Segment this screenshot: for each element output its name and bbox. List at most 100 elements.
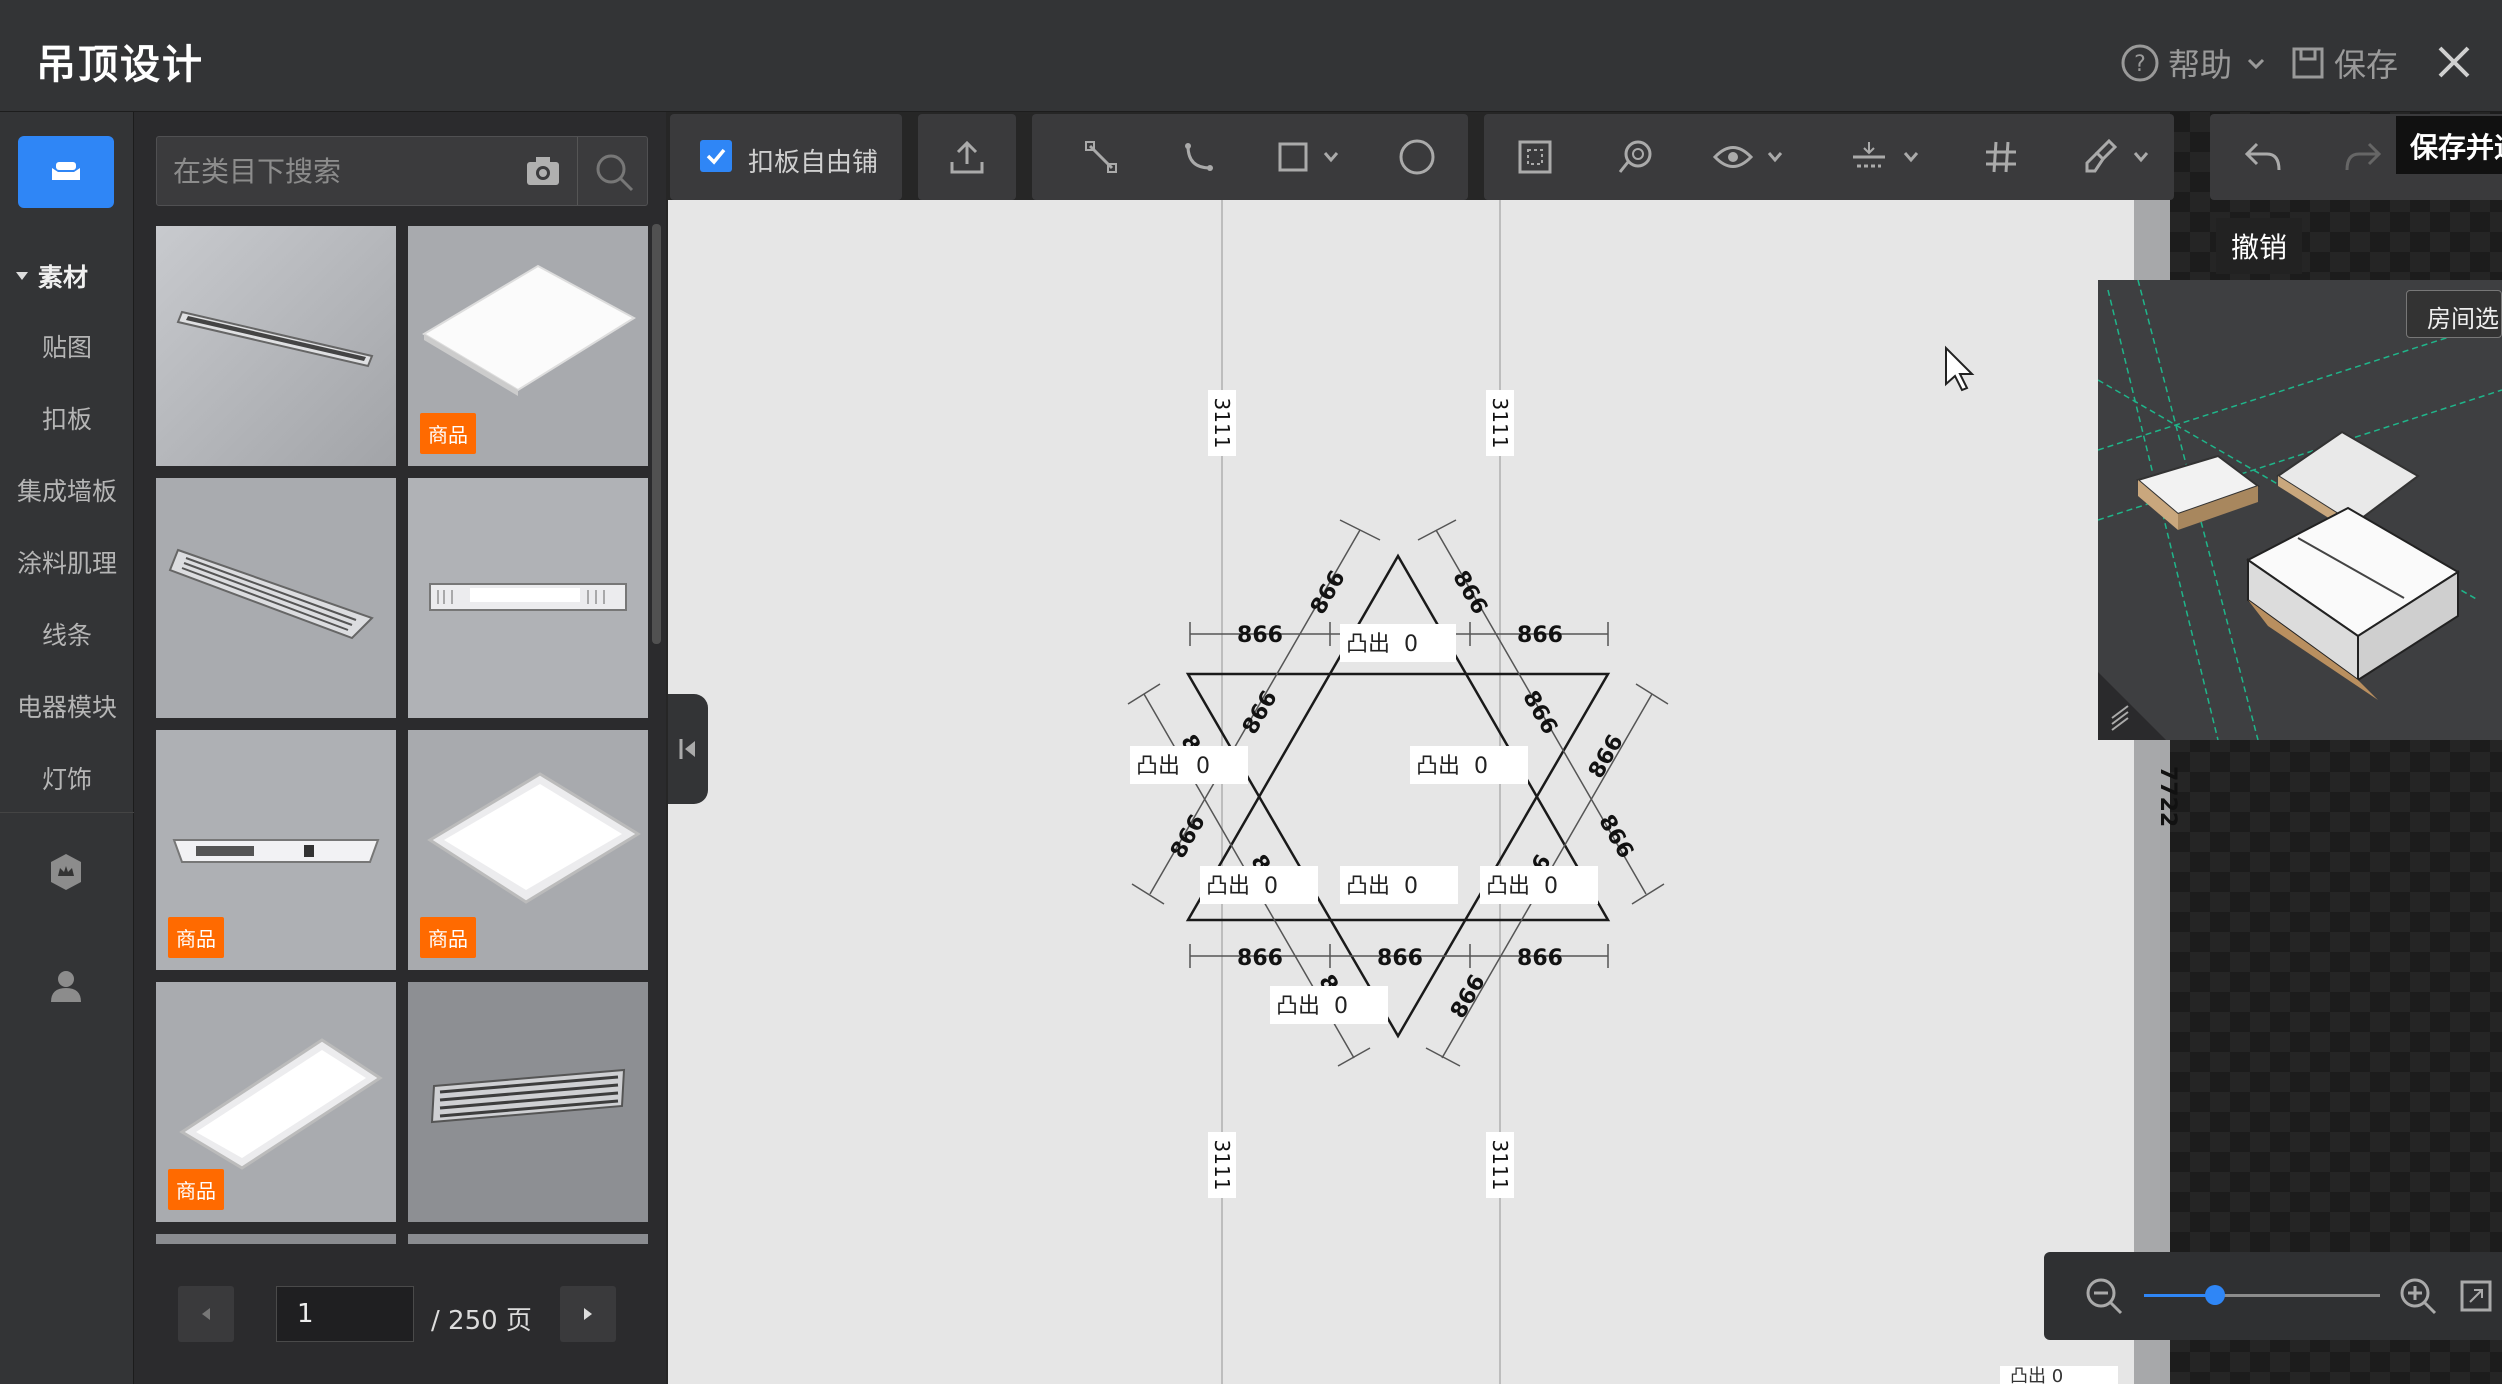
camera-icon[interactable] bbox=[525, 155, 561, 187]
protrusion-value[interactable]: 0 bbox=[1474, 754, 1488, 779]
protrusion-label: 凸出 bbox=[1416, 754, 1460, 779]
material-home-button[interactable] bbox=[18, 136, 114, 208]
rectangle-tool-button[interactable] bbox=[1270, 134, 1316, 180]
protrusion-label: 凸出 bbox=[1136, 754, 1180, 779]
zoom-out-icon[interactable] bbox=[2084, 1276, 2124, 1316]
dim-label: 866 bbox=[1584, 731, 1629, 783]
arrow-left-icon bbox=[202, 1308, 210, 1320]
search-input[interactable] bbox=[173, 151, 523, 191]
catalog-scrollbar[interactable] bbox=[652, 224, 661, 644]
zoom-slider-handle[interactable] bbox=[2204, 1285, 2225, 1305]
catalog-item[interactable] bbox=[156, 478, 396, 718]
dim-room-label: 7722 bbox=[2155, 766, 2180, 828]
nav-divider bbox=[0, 812, 134, 813]
upload-button[interactable] bbox=[944, 134, 990, 180]
protrusion-value[interactable]: 0 bbox=[1196, 754, 1210, 779]
catalog-item[interactable] bbox=[156, 226, 396, 466]
arc-tool-button[interactable] bbox=[1176, 134, 1222, 180]
next-page-button[interactable] bbox=[560, 1286, 616, 1342]
protrusion-label: 凸出 bbox=[1486, 874, 1530, 899]
nav-item-texture[interactable]: 贴图 bbox=[0, 328, 134, 364]
zoom-in-icon[interactable] bbox=[2398, 1276, 2438, 1316]
room-3d-preview bbox=[2098, 280, 2502, 740]
zoom-controls bbox=[2044, 1252, 2502, 1340]
help-menu[interactable]: ? 帮助 bbox=[2120, 40, 2276, 86]
product-badge: 商品 bbox=[420, 413, 476, 454]
catalog-item[interactable]: 商品 bbox=[408, 730, 648, 970]
line-tool-button[interactable] bbox=[1078, 134, 1124, 180]
chevron-down-icon bbox=[2247, 58, 2265, 70]
3d-preview[interactable] bbox=[2098, 280, 2502, 740]
sofa-icon bbox=[52, 162, 80, 180]
circle-tool-button[interactable] bbox=[1394, 134, 1440, 180]
dim-label: 866 bbox=[1237, 623, 1283, 648]
catalog-item[interactable]: 商品 bbox=[156, 730, 396, 970]
user-icon[interactable] bbox=[48, 968, 84, 1004]
search-icon[interactable] bbox=[593, 151, 635, 193]
collapse-panel-button[interactable] bbox=[668, 694, 708, 804]
nav-item-panel[interactable]: 扣板 bbox=[0, 400, 134, 436]
chevron-down-icon[interactable] bbox=[1766, 150, 1784, 164]
chevron-down-icon[interactable] bbox=[1902, 150, 1920, 164]
catalog-item[interactable] bbox=[408, 982, 648, 1222]
nav-item-coating[interactable]: 涂料肌理 bbox=[0, 544, 134, 580]
visibility-icon bbox=[1713, 146, 1753, 168]
line-tool-icon bbox=[1085, 141, 1117, 173]
chevron-down-icon[interactable] bbox=[2132, 150, 2150, 164]
circle-tool-icon bbox=[1399, 139, 1435, 175]
save-exit-tooltip: 保存并退 bbox=[2396, 116, 2502, 174]
nav-section-material[interactable]: 素材 bbox=[14, 258, 88, 294]
design-canvas[interactable]: 866 866 866 866 866 866 866 866 866 866 … bbox=[668, 200, 2134, 1384]
dim-label: 866 bbox=[1517, 623, 1563, 648]
nav-item-molding[interactable]: 线条 bbox=[0, 616, 134, 652]
visibility-button[interactable] bbox=[1710, 134, 1756, 180]
protrusion-value[interactable]: 0 bbox=[1544, 874, 1558, 899]
paint-brush-icon bbox=[2085, 138, 2118, 173]
protrusion-value[interactable]: 0 bbox=[1334, 994, 1348, 1019]
grille-vent-icon bbox=[156, 478, 396, 718]
zoom-slider[interactable] bbox=[2144, 1285, 2380, 1305]
catalog-item[interactable]: 商品 bbox=[156, 982, 396, 1222]
dim-vertical-label: 3111 bbox=[1488, 1140, 1512, 1191]
catalog-item-partial bbox=[156, 1234, 396, 1244]
brand-shield-icon[interactable] bbox=[48, 852, 84, 892]
prev-page-button[interactable] bbox=[178, 1286, 234, 1342]
nav-item-lighting[interactable]: 灯饰 bbox=[0, 760, 134, 796]
grid-button[interactable] bbox=[1978, 134, 2024, 180]
redo-button[interactable] bbox=[2340, 134, 2386, 180]
catalog-item[interactable]: 商品 bbox=[408, 226, 648, 466]
undo-button[interactable] bbox=[2240, 134, 2286, 180]
product-badge: 商品 bbox=[420, 917, 476, 958]
lasso-tool-button[interactable] bbox=[1612, 134, 1658, 180]
protrusion-value[interactable]: 0 bbox=[1404, 874, 1418, 899]
protrusion-value[interactable]: 0 bbox=[1264, 874, 1278, 899]
fit-view-icon[interactable] bbox=[2458, 1278, 2494, 1314]
paint-brush-button[interactable] bbox=[2076, 134, 2122, 180]
resize-grip-icon[interactable] bbox=[2098, 672, 2166, 740]
protrusion-label: 凸出 bbox=[1206, 874, 1250, 899]
nav-item-appliance[interactable]: 电器模块 bbox=[0, 688, 134, 724]
dim-vertical-label: 3111 bbox=[1210, 398, 1234, 449]
dim-label: 866 bbox=[1166, 811, 1211, 863]
close-icon[interactable] bbox=[2436, 44, 2472, 80]
dim-vertical-label: 3111 bbox=[1210, 1140, 1234, 1191]
redo-icon bbox=[2345, 142, 2382, 171]
nav-section-label: 素材 bbox=[38, 263, 89, 292]
arrow-right-icon bbox=[584, 1308, 592, 1320]
nav-item-wall-panel[interactable]: 集成墙板 bbox=[0, 472, 134, 508]
room-select-button[interactable]: 房间选 bbox=[2406, 290, 2502, 338]
chevron-down-icon[interactable] bbox=[1322, 150, 1340, 164]
dim-label: 866 bbox=[1517, 946, 1563, 971]
protrusion-value[interactable]: 0 bbox=[1404, 632, 1418, 657]
left-nav bbox=[0, 112, 134, 1384]
save-button[interactable]: 保存 bbox=[2290, 40, 2398, 86]
product-badge: 商品 bbox=[168, 1169, 224, 1210]
region-select-icon bbox=[1518, 140, 1552, 174]
free-tiling-checkbox[interactable] bbox=[700, 140, 732, 172]
protrusion-label: 凸出 bbox=[1276, 994, 1320, 1019]
catalog-item[interactable] bbox=[408, 478, 648, 718]
region-select-button[interactable] bbox=[1512, 134, 1558, 180]
align-button[interactable] bbox=[1846, 134, 1892, 180]
undo-tooltip: 撤销 bbox=[2216, 218, 2302, 274]
page-input[interactable] bbox=[276, 1286, 414, 1342]
